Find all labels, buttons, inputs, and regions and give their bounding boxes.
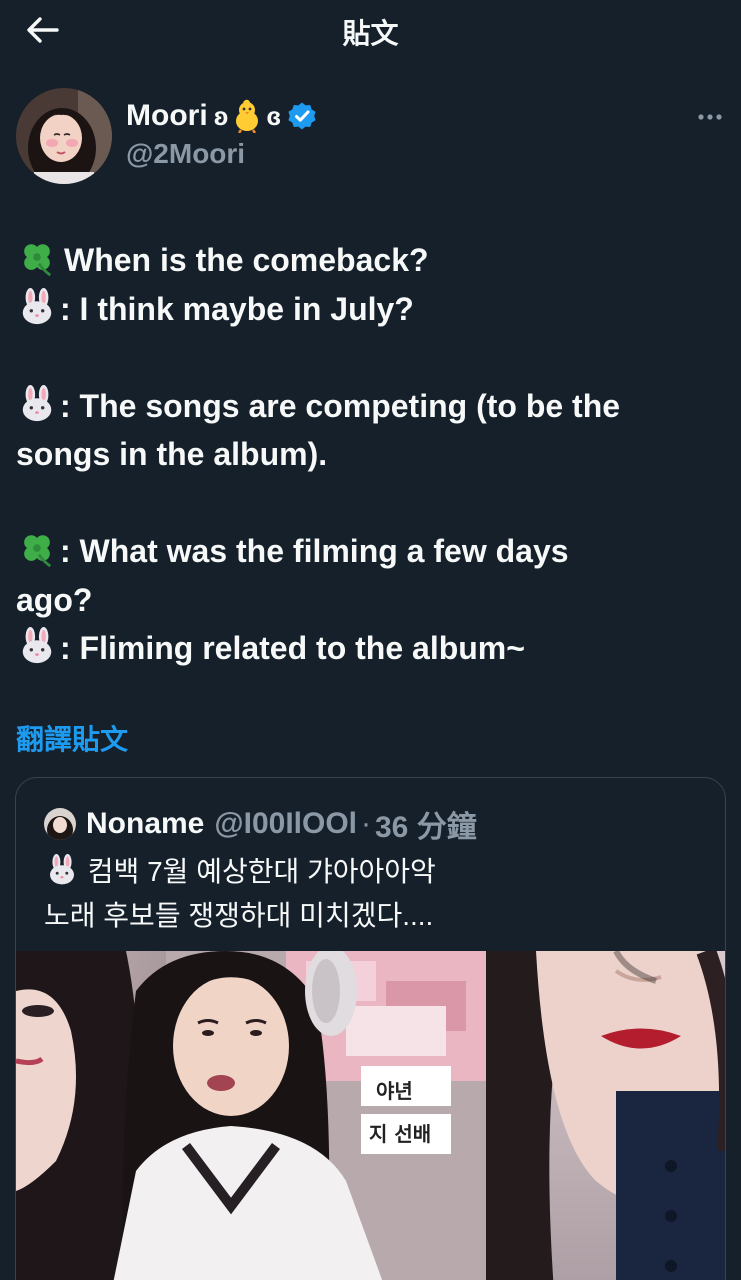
- media-sign-text-2: 지 선배: [369, 1122, 431, 1146]
- author-avatar[interactable]: [16, 88, 112, 184]
- rabbit-face-emoji: [16, 385, 58, 423]
- tweet-line-2-text: : I think maybe in July?: [60, 290, 414, 327]
- tweet-line-5-text: : What was the filming a few days: [60, 533, 569, 569]
- verified-badge-icon: [288, 102, 316, 130]
- more-options-button[interactable]: [690, 104, 730, 130]
- quote-author-row: Noname @I00IlOOl · 36 分鐘: [44, 804, 477, 844]
- quote-media-image[interactable]: 야년 지 선배: [16, 951, 725, 1280]
- tweet-line-6: ago?: [16, 581, 93, 618]
- tweet-line-1-text: When is the comeback?: [64, 242, 429, 278]
- tweet-line-7-text: : Fliming related to the album~: [60, 630, 525, 666]
- author-name: Moori: [126, 99, 208, 132]
- name-deco-right: ɞ: [266, 100, 282, 131]
- baby-chick-emoji: [236, 99, 259, 133]
- tweet-line-7: : Fliming related to the album~: [16, 624, 721, 673]
- tweet-line-2: : I think maybe in July?: [16, 285, 721, 334]
- tweet-line-3: : The songs are competing (to be the: [16, 382, 721, 431]
- page-title: 貼文: [342, 18, 399, 49]
- tweet-line-4: songs in the album).: [16, 436, 328, 472]
- author-name-decoration: ʚ ɞ: [213, 99, 282, 133]
- translate-post-link[interactable]: 翻譯貼文: [16, 718, 128, 758]
- four-leaf-clover-emoji: [16, 530, 58, 568]
- quote-author-handle: @I00IlOOl: [214, 807, 357, 840]
- quote-author-avatar[interactable]: [44, 808, 76, 840]
- quote-line-1-text: 컴백 7월 예상한대 갸아아아악: [80, 856, 436, 887]
- quote-timestamp: 36 分鐘: [375, 811, 477, 844]
- tweet-line-5: : What was the filming a few days: [16, 527, 721, 576]
- author-name-row[interactable]: Moori ʚ ɞ: [126, 96, 317, 136]
- tweet-line-3-text: : The songs are competing (to be the: [60, 387, 621, 424]
- rabbit-face-emoji: [44, 854, 80, 886]
- post-screen: 貼文 Moori ʚ ɞ @2Moori When is the comebac…: [0, 0, 741, 1280]
- top-bar: 貼文: [0, 0, 741, 58]
- name-deco-left: ʚ: [213, 100, 229, 131]
- quoted-tweet-card[interactable]: Noname @I00IlOOl · 36 分鐘 컴백 7월 예상한대 갸아아아…: [15, 777, 726, 1280]
- tweet-text: When is the comeback? : I think maybe in…: [16, 236, 721, 673]
- rabbit-face-emoji: [16, 288, 58, 326]
- quote-line-2: 노래 후보들 쟁쟁하대 미치겠다....: [44, 900, 434, 931]
- author-handle[interactable]: @2Moori: [126, 138, 245, 170]
- more-dots-icon: [698, 114, 722, 120]
- quote-author-name: Noname: [86, 807, 205, 840]
- quote-text: 컴백 7월 예상한대 갸아아아악 노래 후보들 쟁쟁하대 미치겠다....: [44, 850, 714, 938]
- tweet-line-1: When is the comeback?: [16, 236, 721, 285]
- quote-separator: ·: [361, 807, 371, 840]
- rabbit-face-emoji: [16, 627, 58, 665]
- four-leaf-clover-emoji: [16, 239, 58, 277]
- quote-line-1: 컴백 7월 예상한대 갸아아아악: [44, 850, 714, 894]
